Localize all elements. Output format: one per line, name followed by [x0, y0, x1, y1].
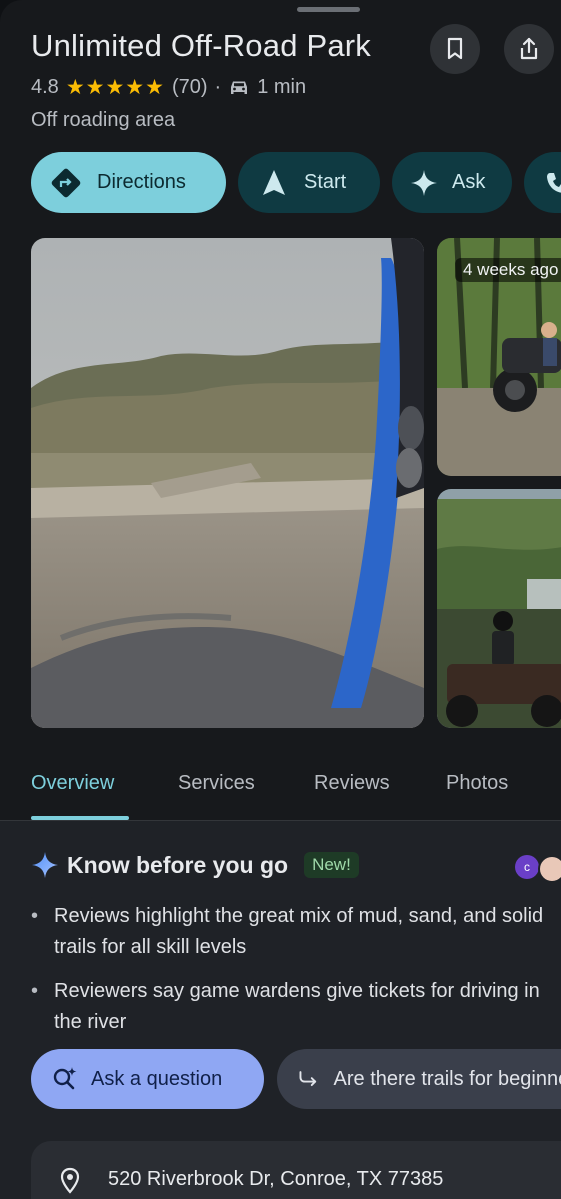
- call-button[interactable]: [524, 152, 561, 213]
- suggested-question-label: Are there trails for beginners?: [333, 1067, 561, 1090]
- bullet-text: Reviewers say game wardens give tickets …: [54, 980, 540, 1033]
- new-badge: New!: [304, 852, 359, 878]
- atv-riders-photo: [437, 489, 561, 728]
- avatar-photo: [538, 855, 561, 883]
- tab-reviews[interactable]: Reviews: [314, 772, 390, 795]
- offroad-video-frame: [31, 238, 424, 728]
- ask-question-label: Ask a question: [91, 1067, 223, 1090]
- summary-title: Know before you go: [67, 851, 289, 878]
- side-photo-top[interactable]: 4 weeks ago: [437, 238, 561, 476]
- rating-value: 4.8: [31, 76, 59, 98]
- share-button[interactable]: [504, 24, 554, 74]
- ask-question-button[interactable]: Ask a question: [31, 1049, 264, 1109]
- car-icon: [231, 81, 248, 94]
- rating-row[interactable]: 4.8 ★★★★★ (70) · 1 min: [31, 75, 306, 100]
- reply-arrow-icon: [299, 1071, 317, 1087]
- summary-bullet: • Reviewers say game wardens give ticket…: [31, 976, 561, 1038]
- directions-button[interactable]: Directions: [31, 152, 226, 213]
- bookmark-icon: [447, 37, 463, 60]
- phone-icon: [547, 172, 561, 193]
- summary-bullet: • Reviews highlight the great mix of mud…: [31, 901, 561, 963]
- suggested-question-chip[interactable]: Are there trails for beginners?: [277, 1049, 561, 1109]
- sheet-drag-handle[interactable]: [297, 7, 360, 12]
- ai-sparkle-icon: [32, 852, 58, 878]
- place-title: Unlimited Off-Road Park: [31, 28, 371, 63]
- directions-label: Directions: [97, 171, 186, 193]
- main-photo[interactable]: [31, 238, 424, 728]
- place-category: Off roading area: [31, 109, 176, 131]
- save-button[interactable]: [430, 24, 480, 74]
- place-tabs: Overview Services Reviews Photos: [0, 760, 561, 821]
- avatar: c: [515, 855, 539, 879]
- bullet-dot: •: [31, 905, 39, 927]
- ask-label: Ask: [452, 171, 486, 193]
- start-button[interactable]: Start: [238, 152, 380, 213]
- know-before-you-go-header: Know before you go New!: [31, 851, 359, 879]
- bullet-dot: •: [31, 980, 39, 1002]
- ask-search-icon: [53, 1067, 77, 1090]
- star-rating: ★★★★★: [65, 76, 165, 99]
- location-pin-icon: [60, 1167, 80, 1194]
- side-photo-bottom[interactable]: [437, 489, 561, 728]
- sparkle-icon: [411, 169, 437, 196]
- share-icon: [520, 37, 538, 60]
- directions-icon: [51, 168, 81, 197]
- navigation-arrow-icon: [263, 169, 285, 195]
- place-sheet: Unlimited Off-Road Park 4.8 ★★★★★ (70) ·…: [0, 0, 561, 1199]
- address-text: 520 Riverbrook Dr, Conroe, TX 77385: [108, 1168, 444, 1190]
- tab-photos[interactable]: Photos: [446, 772, 508, 795]
- tab-overview[interactable]: Overview: [31, 772, 114, 795]
- start-label: Start: [304, 171, 347, 193]
- review-count: (70): [171, 76, 208, 98]
- meta-separator: ·: [214, 76, 222, 98]
- photo-age-badge: 4 weeks ago: [455, 258, 561, 282]
- bullet-text: Reviews highlight the great mix of mud, …: [54, 905, 544, 958]
- address-row[interactable]: 520 Riverbrook Dr, Conroe, TX 77385: [31, 1141, 561, 1199]
- drive-time: 1 min: [257, 76, 307, 98]
- ask-button[interactable]: Ask: [392, 152, 512, 213]
- active-tab-indicator: [31, 816, 129, 820]
- tab-services[interactable]: Services: [178, 772, 255, 795]
